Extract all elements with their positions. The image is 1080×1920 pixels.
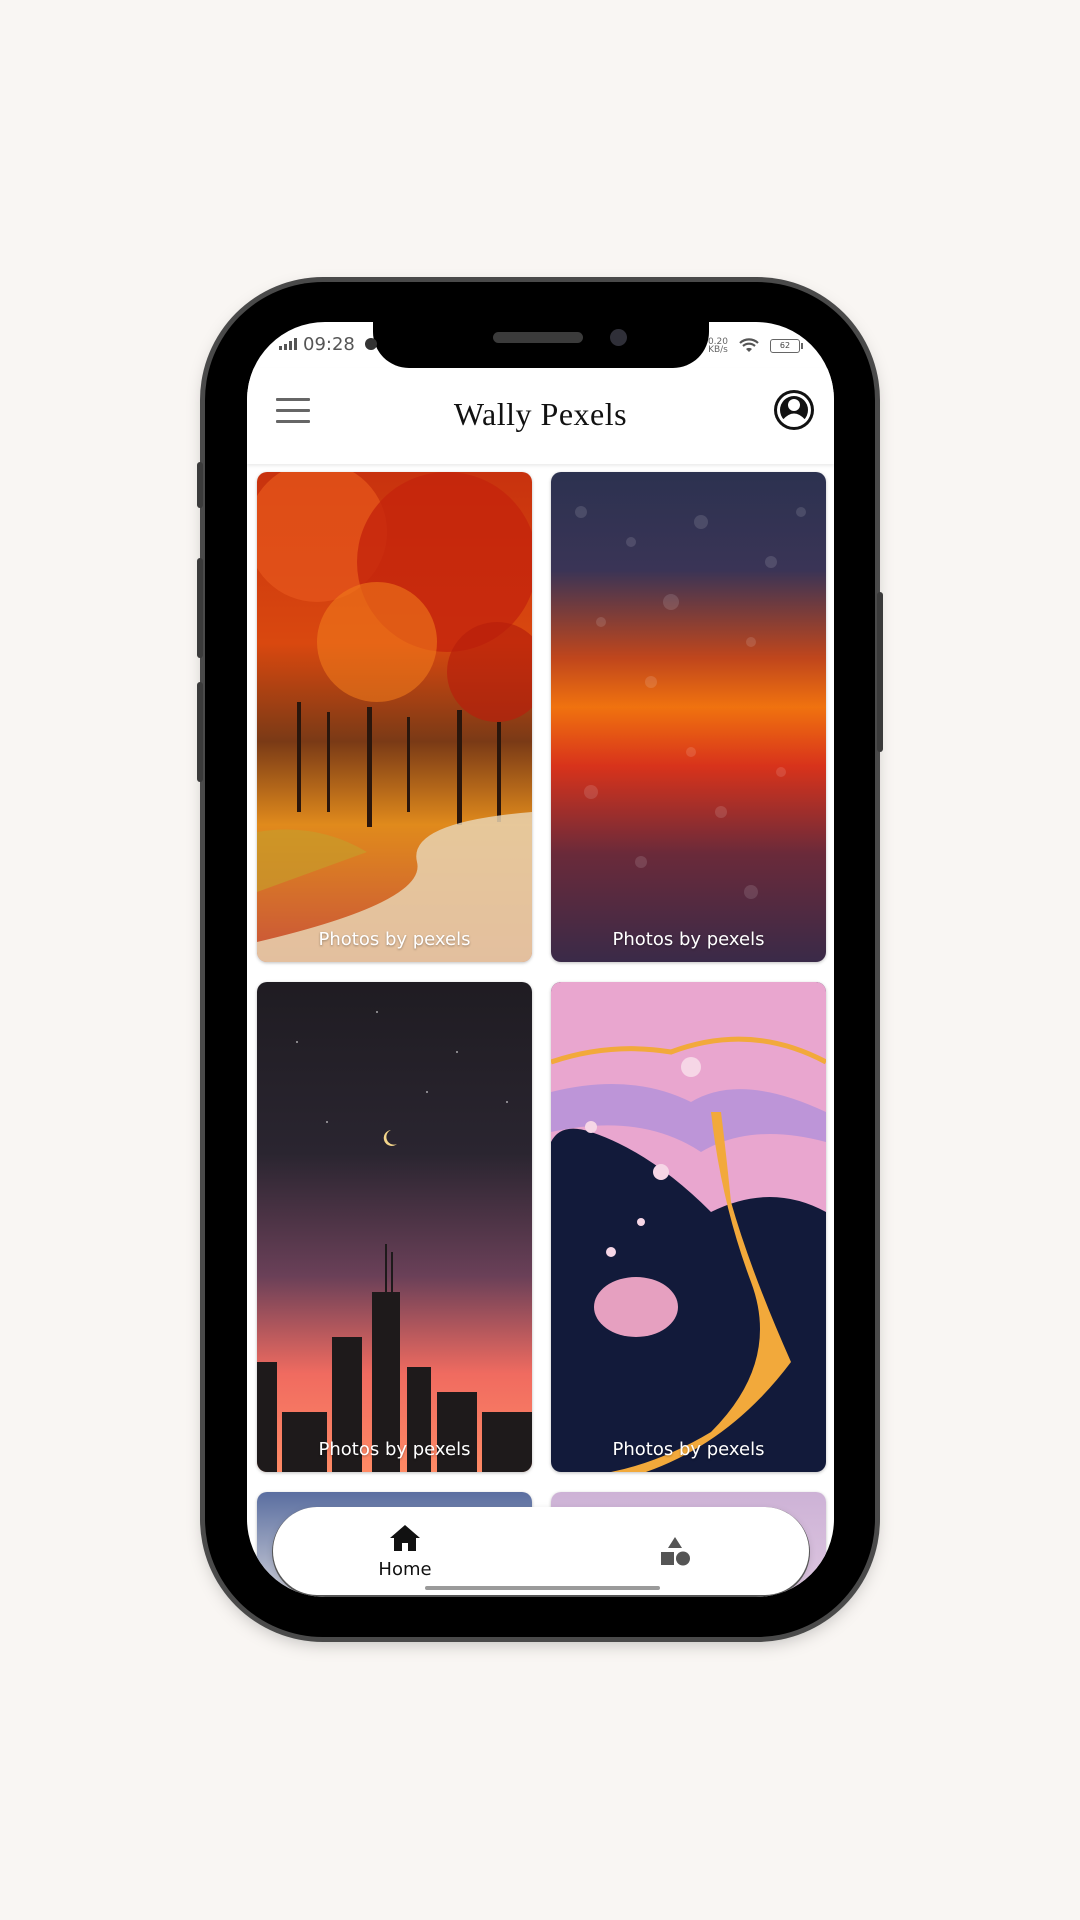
photo-credit: Photos by pexels bbox=[612, 1439, 765, 1460]
nav-home-label: Home bbox=[378, 1558, 432, 1580]
phone-screen: 09:28 0.20 KB/s 62 Wally Pexels Photos b… bbox=[247, 322, 834, 1597]
phone-frame: 09:28 0.20 KB/s 62 Wally Pexels Photos b… bbox=[197, 282, 883, 1637]
app-bar: Wally Pexels bbox=[247, 368, 834, 464]
account-circle-icon[interactable] bbox=[774, 390, 814, 430]
signal-icon bbox=[279, 338, 297, 350]
status-bar-left: 09:28 bbox=[279, 333, 377, 355]
bottom-navigation: Home bbox=[273, 1507, 809, 1595]
power-button bbox=[877, 592, 883, 752]
wallpaper-card-autumn[interactable]: Photos by pexels bbox=[257, 472, 532, 962]
wallpaper-image bbox=[551, 982, 826, 1472]
battery-icon: 62 bbox=[770, 339, 803, 353]
photo-credit: Photos by pexels bbox=[318, 1439, 471, 1460]
net-speed-unit: KB/s bbox=[708, 345, 728, 355]
nav-categories[interactable] bbox=[575, 1507, 775, 1595]
photo-credit: Photos by pexels bbox=[612, 929, 765, 950]
mute-switch bbox=[197, 462, 203, 508]
wifi-icon bbox=[739, 338, 759, 352]
volume-up-button bbox=[197, 558, 203, 658]
photo-credit: Photos by pexels bbox=[318, 929, 471, 950]
camera-dot-icon bbox=[364, 338, 377, 350]
front-camera bbox=[610, 329, 627, 346]
speaker-grille bbox=[493, 332, 583, 343]
nav-home[interactable]: Home bbox=[305, 1507, 505, 1595]
home-indicator[interactable] bbox=[425, 1586, 660, 1590]
wallpaper-image bbox=[257, 472, 532, 962]
app-title: Wally Pexels bbox=[453, 396, 628, 432]
wallpaper-image bbox=[551, 472, 826, 962]
home-icon bbox=[390, 1524, 420, 1551]
net-speed: 0.20 KB/s bbox=[708, 338, 728, 355]
wallpaper-card-paint[interactable]: Photos by pexels bbox=[551, 982, 826, 1472]
status-time: 09:28 bbox=[303, 333, 355, 355]
volume-down-button bbox=[197, 682, 203, 782]
wallpaper-card-skyline[interactable]: Photos by pexels bbox=[257, 982, 532, 1472]
categories-icon bbox=[661, 1537, 690, 1566]
wallpaper-image bbox=[257, 982, 532, 1472]
wallpaper-card-raindrops[interactable]: Photos by pexels bbox=[551, 472, 826, 962]
notch bbox=[373, 322, 709, 368]
status-bar-right: 0.20 KB/s 62 bbox=[708, 336, 803, 356]
